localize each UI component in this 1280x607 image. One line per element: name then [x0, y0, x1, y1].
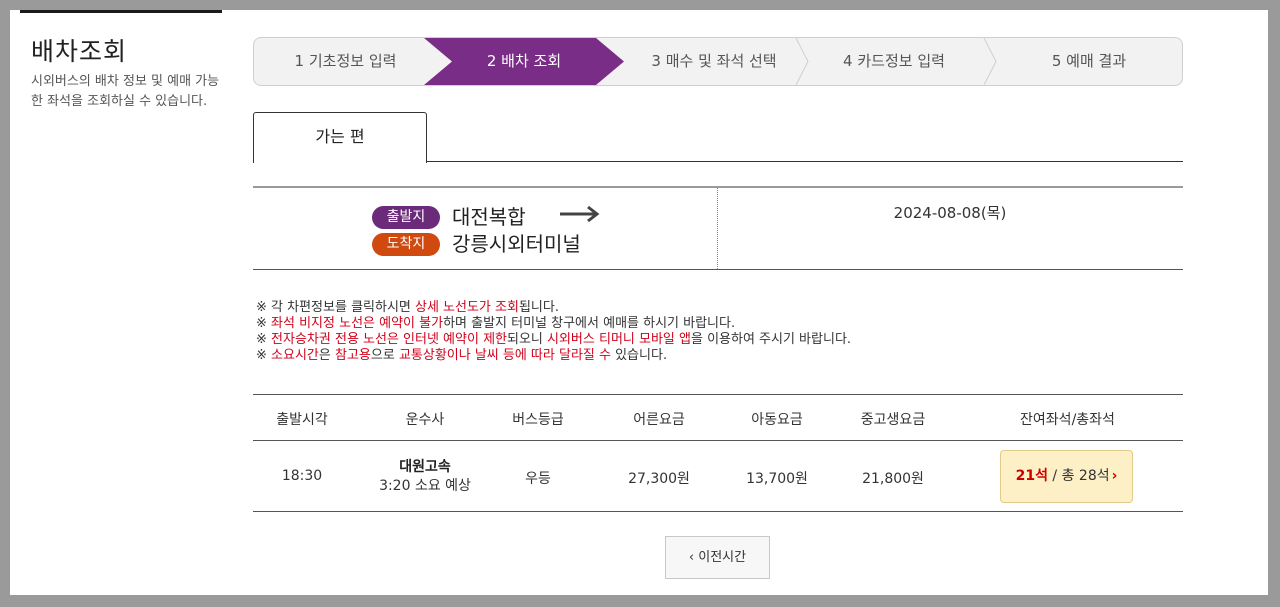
chevron-left-icon: ‹: [688, 550, 695, 565]
notice-text: 은: [318, 348, 335, 363]
notice-highlight: 좌석 비지정 노선은 예약이 불가: [271, 316, 444, 331]
company-name: 대원고속: [399, 459, 451, 475]
step-4: 4 카드정보 입력: [843, 52, 945, 70]
notice-text: 을 이용하여 주시기 바랍니다.: [690, 332, 852, 347]
notice-mark: ※: [256, 332, 267, 347]
notice-mark: ※: [256, 300, 267, 315]
route-divider: [717, 188, 718, 269]
notice-highlight: 상세 노선도가 조회: [415, 300, 519, 315]
cell-adult-fare: 27,300원: [628, 471, 690, 487]
seats-total: / 총 28석: [1047, 468, 1110, 484]
cell-child-fare: 13,700원: [746, 471, 808, 487]
notice-mark: ※: [256, 348, 267, 363]
step-1: 1 기초정보 입력: [294, 52, 397, 70]
col-seats: 잔여좌석/총좌석: [1020, 412, 1115, 428]
notice-highlight: 소요시간: [271, 348, 319, 363]
notice-highlight: 교통상황이나 날씨 등에 따라 달라질 수: [398, 348, 611, 363]
chevron-right-icon: ›: [1111, 468, 1118, 484]
notice-text: 됩니다.: [518, 300, 559, 315]
route-box-top-border: [253, 186, 1183, 188]
notice-highlight: 전자승차권 전용 노선은 인터넷 예약이 제한: [271, 332, 507, 347]
notice-item: ※ 소요시간은 참고용으로 교통상황이나 날씨 등에 따라 달라질 수 있습니다…: [256, 348, 851, 364]
col-departure-time: 출발시각: [276, 412, 328, 428]
notice-text: 되오니: [507, 332, 548, 347]
page-description: 시외버스의 배차 정보 및 예매 가능한 좌석을 조회하실 수 있습니다.: [31, 74, 220, 109]
notice-highlight: 시외버스 티머니 모바일 앱: [547, 332, 691, 347]
col-bus-grade: 버스등급: [512, 412, 564, 428]
notice-item: ※ 각 차편정보를 클릭하시면 상세 노선도가 조회됩니다.: [256, 300, 851, 316]
previous-time-label: 이전시간: [698, 550, 747, 565]
notice-mark: ※: [256, 316, 267, 331]
notice-list: ※ 각 차편정보를 클릭하시면 상세 노선도가 조회됩니다. ※ 좌석 비지정 …: [256, 300, 851, 364]
col-child-fare: 아동요금: [751, 412, 803, 428]
top-accent-bar: [20, 10, 222, 13]
table-header-border: [253, 440, 1183, 441]
page-title: 배차조회: [31, 37, 128, 66]
cell-youth-fare: 21,800원: [862, 471, 924, 487]
col-youth-fare: 중고생요금: [860, 412, 926, 428]
route-box-bottom-border: [253, 269, 1183, 270]
notice-text: 각 차편정보를 클릭하시면: [266, 300, 415, 315]
col-company: 운수사: [405, 412, 445, 428]
tab-outbound[interactable]: 가는 편: [253, 112, 427, 163]
table-top-border: [253, 394, 1183, 395]
select-seat-button[interactable]: 21석 / 총 28석 ›: [1000, 450, 1133, 503]
cell-company: 대원고속 3:20 소요 예상: [355, 458, 495, 496]
arrival-badge: 도착지: [372, 233, 440, 256]
step-3: 3 매수 및 좌석 선택: [651, 52, 777, 70]
step-2-active: 2 배차 조회: [424, 38, 624, 85]
travel-date: 2024-08-08(목): [893, 204, 1007, 222]
notice-highlight: 참고용: [334, 348, 371, 363]
departure-badge: 출발지: [372, 206, 440, 229]
notice-text: 하며 출발지 터미널 창구에서 예매를 하시기 바랍니다.: [443, 316, 736, 331]
notice-item: ※ 좌석 비지정 노선은 예약이 불가하며 출발지 터미널 창구에서 예매를 하…: [256, 316, 851, 332]
seats-remaining: 21석: [1015, 468, 1048, 484]
notice-item: ※ 전자승차권 전용 노선은 인터넷 예약이 제한되오니 시외버스 티머니 모바…: [256, 332, 851, 348]
tab-underline: [427, 161, 1183, 162]
notice-text: 있습니다.: [610, 348, 668, 363]
departure-terminal: 대전복합: [452, 205, 526, 229]
notice-text: 으로: [370, 348, 399, 363]
step-5: 5 예매 결과: [1051, 52, 1127, 70]
duration: 3:20 소요 예상: [379, 478, 471, 494]
right-arrow-icon: [560, 205, 600, 223]
cell-time: 18:30: [281, 468, 323, 484]
col-adult-fare: 어른요금: [633, 412, 685, 428]
cell-grade: 우등: [525, 471, 551, 487]
table-bottom-border: [253, 511, 1183, 512]
progress-steps: 1 기초정보 입력 2 배차 조회 3 매수 및 좌석 선택 4 카드정보 입력…: [253, 37, 1183, 86]
arrival-terminal: 강릉시외터미널: [452, 232, 581, 256]
previous-time-button[interactable]: ‹ 이전시간: [665, 536, 770, 579]
main-frame: 배차조회 시외버스의 배차 정보 및 예매 가능한 좌석을 조회하실 수 있습니…: [10, 10, 1268, 595]
